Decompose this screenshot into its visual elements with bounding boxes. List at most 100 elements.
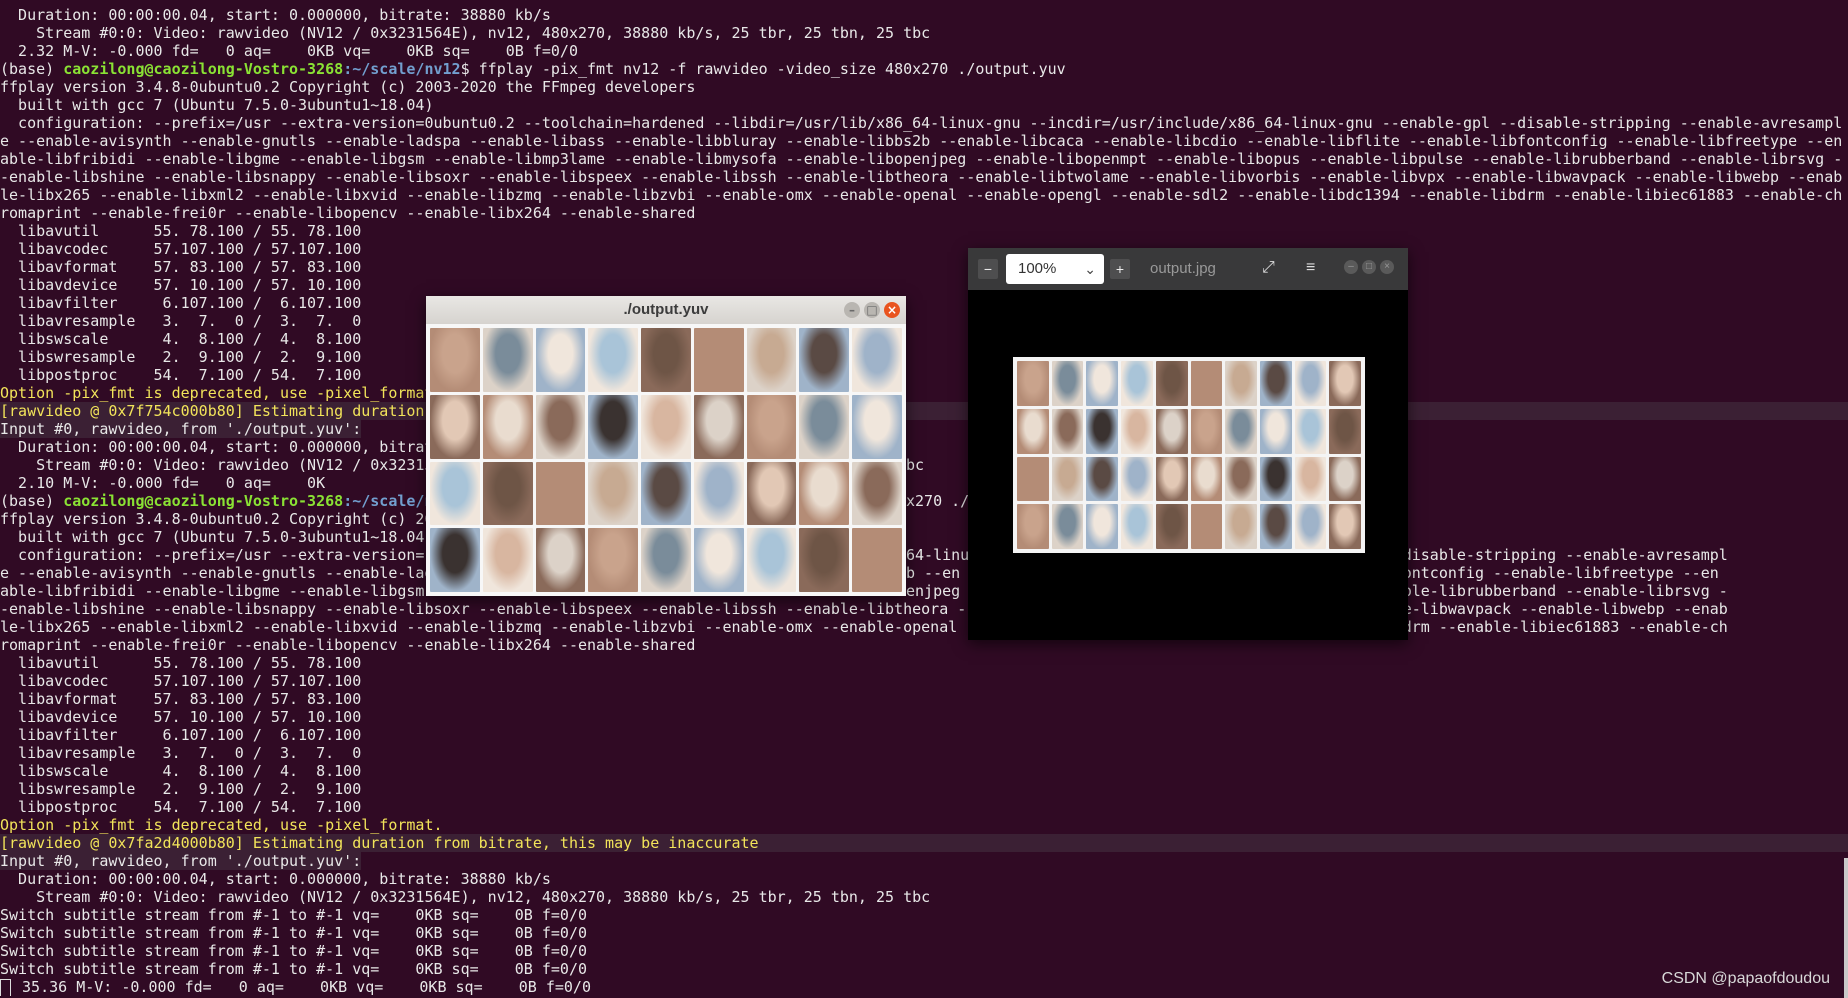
close-button[interactable]: ×	[884, 302, 900, 318]
video-frame	[426, 324, 906, 596]
face-thumbnail	[535, 394, 586, 459]
face-thumbnail	[1190, 408, 1223, 454]
face-thumbnail	[1294, 504, 1327, 549]
minimize-button[interactable]: –	[844, 302, 860, 318]
terminal-text: Stream #0:0: Video: rawvideo (NV12 / 0x3…	[0, 888, 931, 906]
terminal-line: libswscale 4. 8.100 / 4. 8.100	[0, 762, 1848, 780]
face-thumbnail	[1259, 361, 1292, 406]
terminal-line: configuration: --prefix=/usr --extra-ver…	[0, 114, 1848, 132]
prompt-env: (base)	[0, 492, 64, 510]
terminal-line: Switch subtitle stream from #-1 to #-1 v…	[0, 906, 1848, 924]
face-thumbnail	[852, 328, 902, 392]
terminal-line: e --enable-avisynth --enable-gnutls --en…	[0, 132, 1848, 150]
face-thumbnail	[799, 394, 850, 459]
face-thumbnail	[430, 328, 480, 392]
terminal-line: libavcodec 57.107.100 / 57.107.100	[0, 240, 1848, 258]
terminal-line: 2.32 M-V: -0.000 fd= 0 aq= 0KB vq= 0KB s…	[0, 42, 1848, 60]
image-viewer-window[interactable]: − 100% ⌄ + output.jpg ⤢ ≡ – □ ×	[968, 248, 1408, 640]
terminal-line: libswresample 2. 9.100 / 2. 9.100	[0, 780, 1848, 798]
face-thumbnail	[1086, 408, 1119, 454]
face-thumbnail	[1190, 361, 1223, 406]
terminal-text: libpostproc 54. 7.100 / 54. 7.100	[0, 366, 362, 384]
face-thumbnail	[1294, 361, 1327, 406]
ffplay-titlebar[interactable]: ./output.yuv – □ ×	[426, 296, 906, 324]
face-thumbnail	[641, 394, 691, 459]
face-thumbnail	[482, 461, 533, 526]
face-thumbnail	[1294, 456, 1327, 502]
face-thumbnail	[482, 328, 533, 392]
face-thumbnail	[1225, 504, 1257, 549]
prompt-env: (base)	[0, 60, 64, 78]
face-thumbnail	[852, 461, 902, 526]
terminal-text: libavcodec 57.107.100 / 57.107.100	[0, 672, 362, 690]
terminal-text: able-libfribidi --enable-libgme --enable…	[0, 582, 425, 600]
terminal-text: libavfilter 6.107.100 / 6.107.100	[0, 294, 362, 312]
viewer-headerbar[interactable]: − 100% ⌄ + output.jpg ⤢ ≡ – □ ×	[968, 248, 1408, 290]
fullscreen-icon[interactable]: ⤢	[1262, 259, 1275, 277]
face-thumbnail	[1051, 456, 1084, 502]
face-thumbnail-grid	[1013, 357, 1365, 553]
terminal-text: Stream #0:0: Video: rawvideo (NV12 / 0x3…	[0, 24, 931, 42]
terminal-text: romaprint --enable-frei0r --enable-libop…	[0, 636, 696, 654]
terminal-text: configuration: --prefix=/usr --extra-ver…	[0, 546, 425, 564]
terminal-text: Switch subtitle stream from #-1 to #-1 v…	[0, 906, 587, 924]
terminal-line: able-libfribidi --enable-libgme --enable…	[0, 582, 1848, 600]
terminal-line: libswresample 2. 9.100 / 2. 9.100	[0, 348, 1848, 366]
face-thumbnail	[693, 394, 744, 459]
face-thumbnail	[1051, 361, 1084, 406]
face-thumbnail	[1259, 408, 1292, 454]
face-thumbnail	[1155, 408, 1188, 454]
terminal-line: libavcodec 57.107.100 / 57.107.100	[0, 672, 1848, 690]
close-button[interactable]: ×	[1380, 260, 1394, 274]
zoom-in-button[interactable]: +	[1110, 259, 1130, 279]
terminal-line: Option -pix_fmt is deprecated, use -pixe…	[0, 816, 1848, 834]
zoom-select[interactable]: 100% ⌄	[1006, 254, 1104, 284]
zoom-out-button[interactable]: −	[978, 259, 998, 279]
terminal-line: le-libx265 --enable-libxml2 --enable-lib…	[0, 186, 1848, 204]
terminal-text: Input #0, rawvideo, from './output.yuv':	[0, 852, 362, 870]
face-thumbnail	[430, 461, 480, 526]
terminal-text: 35.36 M-V: -0.000 fd= 0 aq= 0KB vq= 0KB …	[13, 978, 591, 996]
terminal-line: Switch subtitle stream from #-1 to #-1 v…	[0, 924, 1848, 942]
terminal-scrollbar[interactable]	[1844, 858, 1848, 998]
terminal-line: able-libfribidi --enable-libgme --enable…	[0, 150, 1848, 168]
face-thumbnail	[641, 461, 691, 526]
maximize-button[interactable]: □	[1362, 260, 1376, 274]
minimize-button[interactable]: –	[1344, 260, 1358, 274]
face-thumbnail	[693, 461, 744, 526]
terminal-text: Duration: 00:00:00.04, start: 0.000000, …	[0, 438, 434, 456]
face-thumbnail	[1329, 408, 1361, 454]
ffplay-title: ./output.yuv	[623, 301, 709, 318]
terminal-text: configuration: --prefix=/usr --extra-ver…	[0, 114, 1843, 132]
maximize-button[interactable]: □	[864, 302, 880, 318]
terminal-text: libswresample 2. 9.100 / 2. 9.100	[0, 780, 362, 798]
terminal-window[interactable]: Duration: 00:00:00.04, start: 0.000000, …	[0, 0, 1848, 998]
ffplay-window[interactable]: ./output.yuv – □ ×	[426, 296, 906, 596]
terminal-text: Option -pix_fmt is deprecated, use -pixe…	[0, 384, 443, 402]
face-thumbnail	[799, 328, 850, 392]
terminal-line: [rawvideo @ 0x7f754c000b80] Estimating d…	[0, 402, 1848, 420]
face-thumbnail	[1051, 408, 1084, 454]
menu-icon[interactable]: ≡	[1306, 259, 1315, 277]
face-thumbnail	[482, 394, 533, 459]
terminal-line: Duration: 00:00:00.04, start: 0.000000, …	[0, 870, 1848, 888]
image-canvas[interactable]	[968, 290, 1408, 640]
face-thumbnail	[1190, 456, 1223, 502]
terminal-line: libswscale 4. 8.100 / 4. 8.100	[0, 330, 1848, 348]
terminal-line: Input #0, rawvideo, from './output.yuv':	[0, 420, 1848, 438]
terminal-text: libavutil 55. 78.100 / 55. 78.100	[0, 654, 362, 672]
face-thumbnail	[1086, 504, 1119, 549]
terminal-text: libswscale 4. 8.100 / 4. 8.100	[0, 762, 362, 780]
face-thumbnail	[746, 461, 797, 526]
prompt-path: :~/scale/nv12	[343, 60, 461, 78]
face-thumbnail	[799, 461, 850, 526]
terminal-text: e --enable-avisynth --enable-gnutls --en…	[0, 132, 1843, 150]
terminal-text: ffplay version 3.4.8-0ubuntu0.2 Copyrigh…	[0, 78, 696, 96]
face-thumbnail	[1190, 504, 1223, 549]
terminal-line: 2.10 M-V: -0.000 fd= 0 aq= 0K	[0, 474, 1848, 492]
face-thumbnail	[1225, 456, 1257, 502]
terminal-text: [rawvideo @ 0x7f754c000b80] Estimating d…	[0, 402, 425, 420]
face-thumbnail	[535, 528, 586, 592]
terminal-text: ffplay version 3.4.8-0ubuntu0.2 Copyrigh…	[0, 510, 434, 528]
terminal-line: libpostproc 54. 7.100 / 54. 7.100	[0, 798, 1848, 816]
